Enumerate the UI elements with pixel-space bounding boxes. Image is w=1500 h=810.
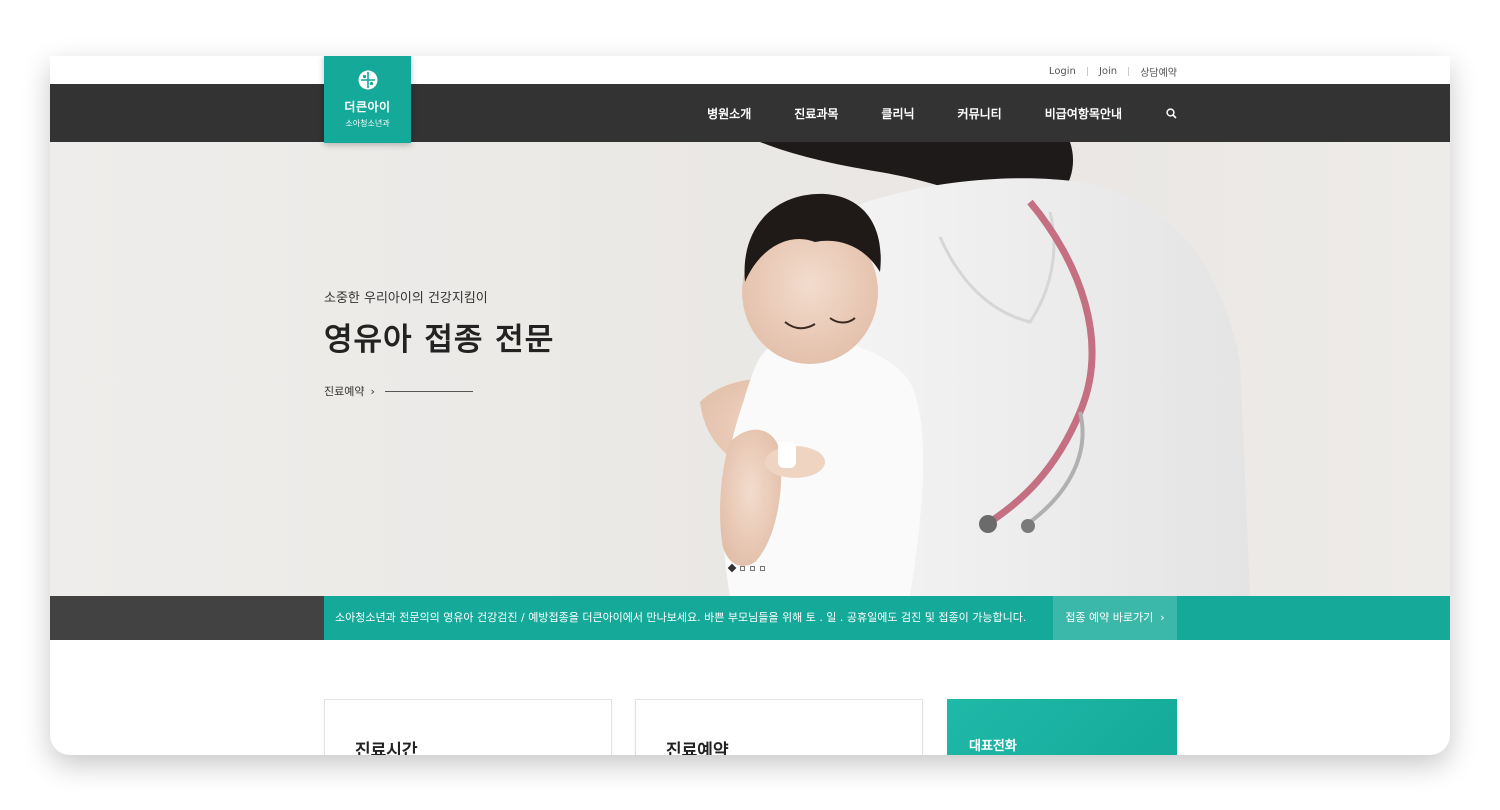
link-separator: | [1085, 66, 1089, 77]
logo-emblem-icon [358, 70, 378, 94]
hero-cta-label: 진료예약 [324, 385, 365, 398]
hero-slider: 소중한 우리아이의 건강지킴이 영유아 접종 전문 진료예약 › [50, 142, 1450, 596]
hero-title: 영유아 접종 전문 [324, 322, 555, 358]
card-main-phone[interactable]: 대표전화 [947, 699, 1177, 755]
card-reservation[interactable]: 진료예약 [635, 699, 923, 755]
card-title: 진료예약 [666, 741, 729, 755]
nav-item-community[interactable]: 커뮤니티 [958, 105, 1002, 122]
slide-dot-4[interactable] [760, 565, 765, 571]
nav-item-about[interactable]: 병원소개 [707, 105, 751, 122]
notice-bar: 소아청소년과 전문의의 영유아 건강검진 / 예방접종을 더큰아이에서 만나보세… [50, 596, 1450, 640]
join-link[interactable]: Join [1099, 66, 1117, 77]
hero-reservation-link[interactable]: 진료예약 › [324, 383, 554, 399]
main-navbar: 병원소개 진료과목 클리닉 커뮤니티 비급여항목안내 [50, 84, 1450, 142]
card-title: 대표전화 [969, 739, 1017, 754]
chevron-right-icon: › [1156, 611, 1165, 624]
slide-dot-2[interactable] [740, 565, 745, 571]
hero-photo [700, 142, 1250, 596]
login-link[interactable]: Login [1049, 66, 1076, 77]
chevron-right-icon: › [370, 384, 375, 398]
consult-reservation-link[interactable]: 상담예약 [1140, 64, 1177, 79]
slide-dot-3[interactable] [750, 565, 755, 571]
card-clinic-hours[interactable]: 진료시간 [324, 699, 612, 755]
slide-dot-1[interactable] [727, 563, 737, 573]
hero-subtitle: 소중한 우리아이의 건강지킴이 [324, 291, 488, 306]
logo-subtitle: 소아청소년과 [345, 119, 390, 128]
notice-banner: 소아청소년과 전문의의 영유아 건강검진 / 예방접종을 더큰아이에서 만나보세… [324, 596, 1450, 640]
nav-item-clinic[interactable]: 클리닉 [881, 105, 914, 122]
hero-copy: 소중한 우리아이의 건강지킴이 영유아 접종 전문 진료예약 › [324, 287, 554, 399]
nav-item-nonbenefit[interactable]: 비급여항목안내 [1045, 105, 1122, 122]
link-separator: | [1127, 66, 1131, 77]
utility-links: Login | Join | 상담예약 [1049, 64, 1177, 79]
browser-frame: Login | Join | 상담예약 병원소개 진료과목 클리닉 커뮤니티 비… [50, 56, 1450, 755]
logo-name: 더큰아이 [344, 100, 391, 114]
vaccination-reservation-button[interactable]: 접종 예약 바로가기 › [1053, 596, 1177, 640]
nav-item-departments[interactable]: 진료과목 [794, 105, 838, 122]
cta-line [384, 390, 473, 392]
main-menu: 병원소개 진료과목 클리닉 커뮤니티 비급여항목안내 [664, 84, 1177, 142]
slider-pagination [727, 563, 770, 573]
card-title: 진료시간 [355, 741, 418, 755]
notice-message: 소아청소년과 전문의의 영유아 건강검진 / 예방접종을 더큰아이에서 만나보세… [335, 611, 1027, 624]
search-icon[interactable] [1166, 107, 1177, 119]
site-logo[interactable]: 더큰아이 소아청소년과 [324, 56, 411, 143]
vaccination-button-label: 접종 예약 바로가기 [1065, 611, 1154, 624]
